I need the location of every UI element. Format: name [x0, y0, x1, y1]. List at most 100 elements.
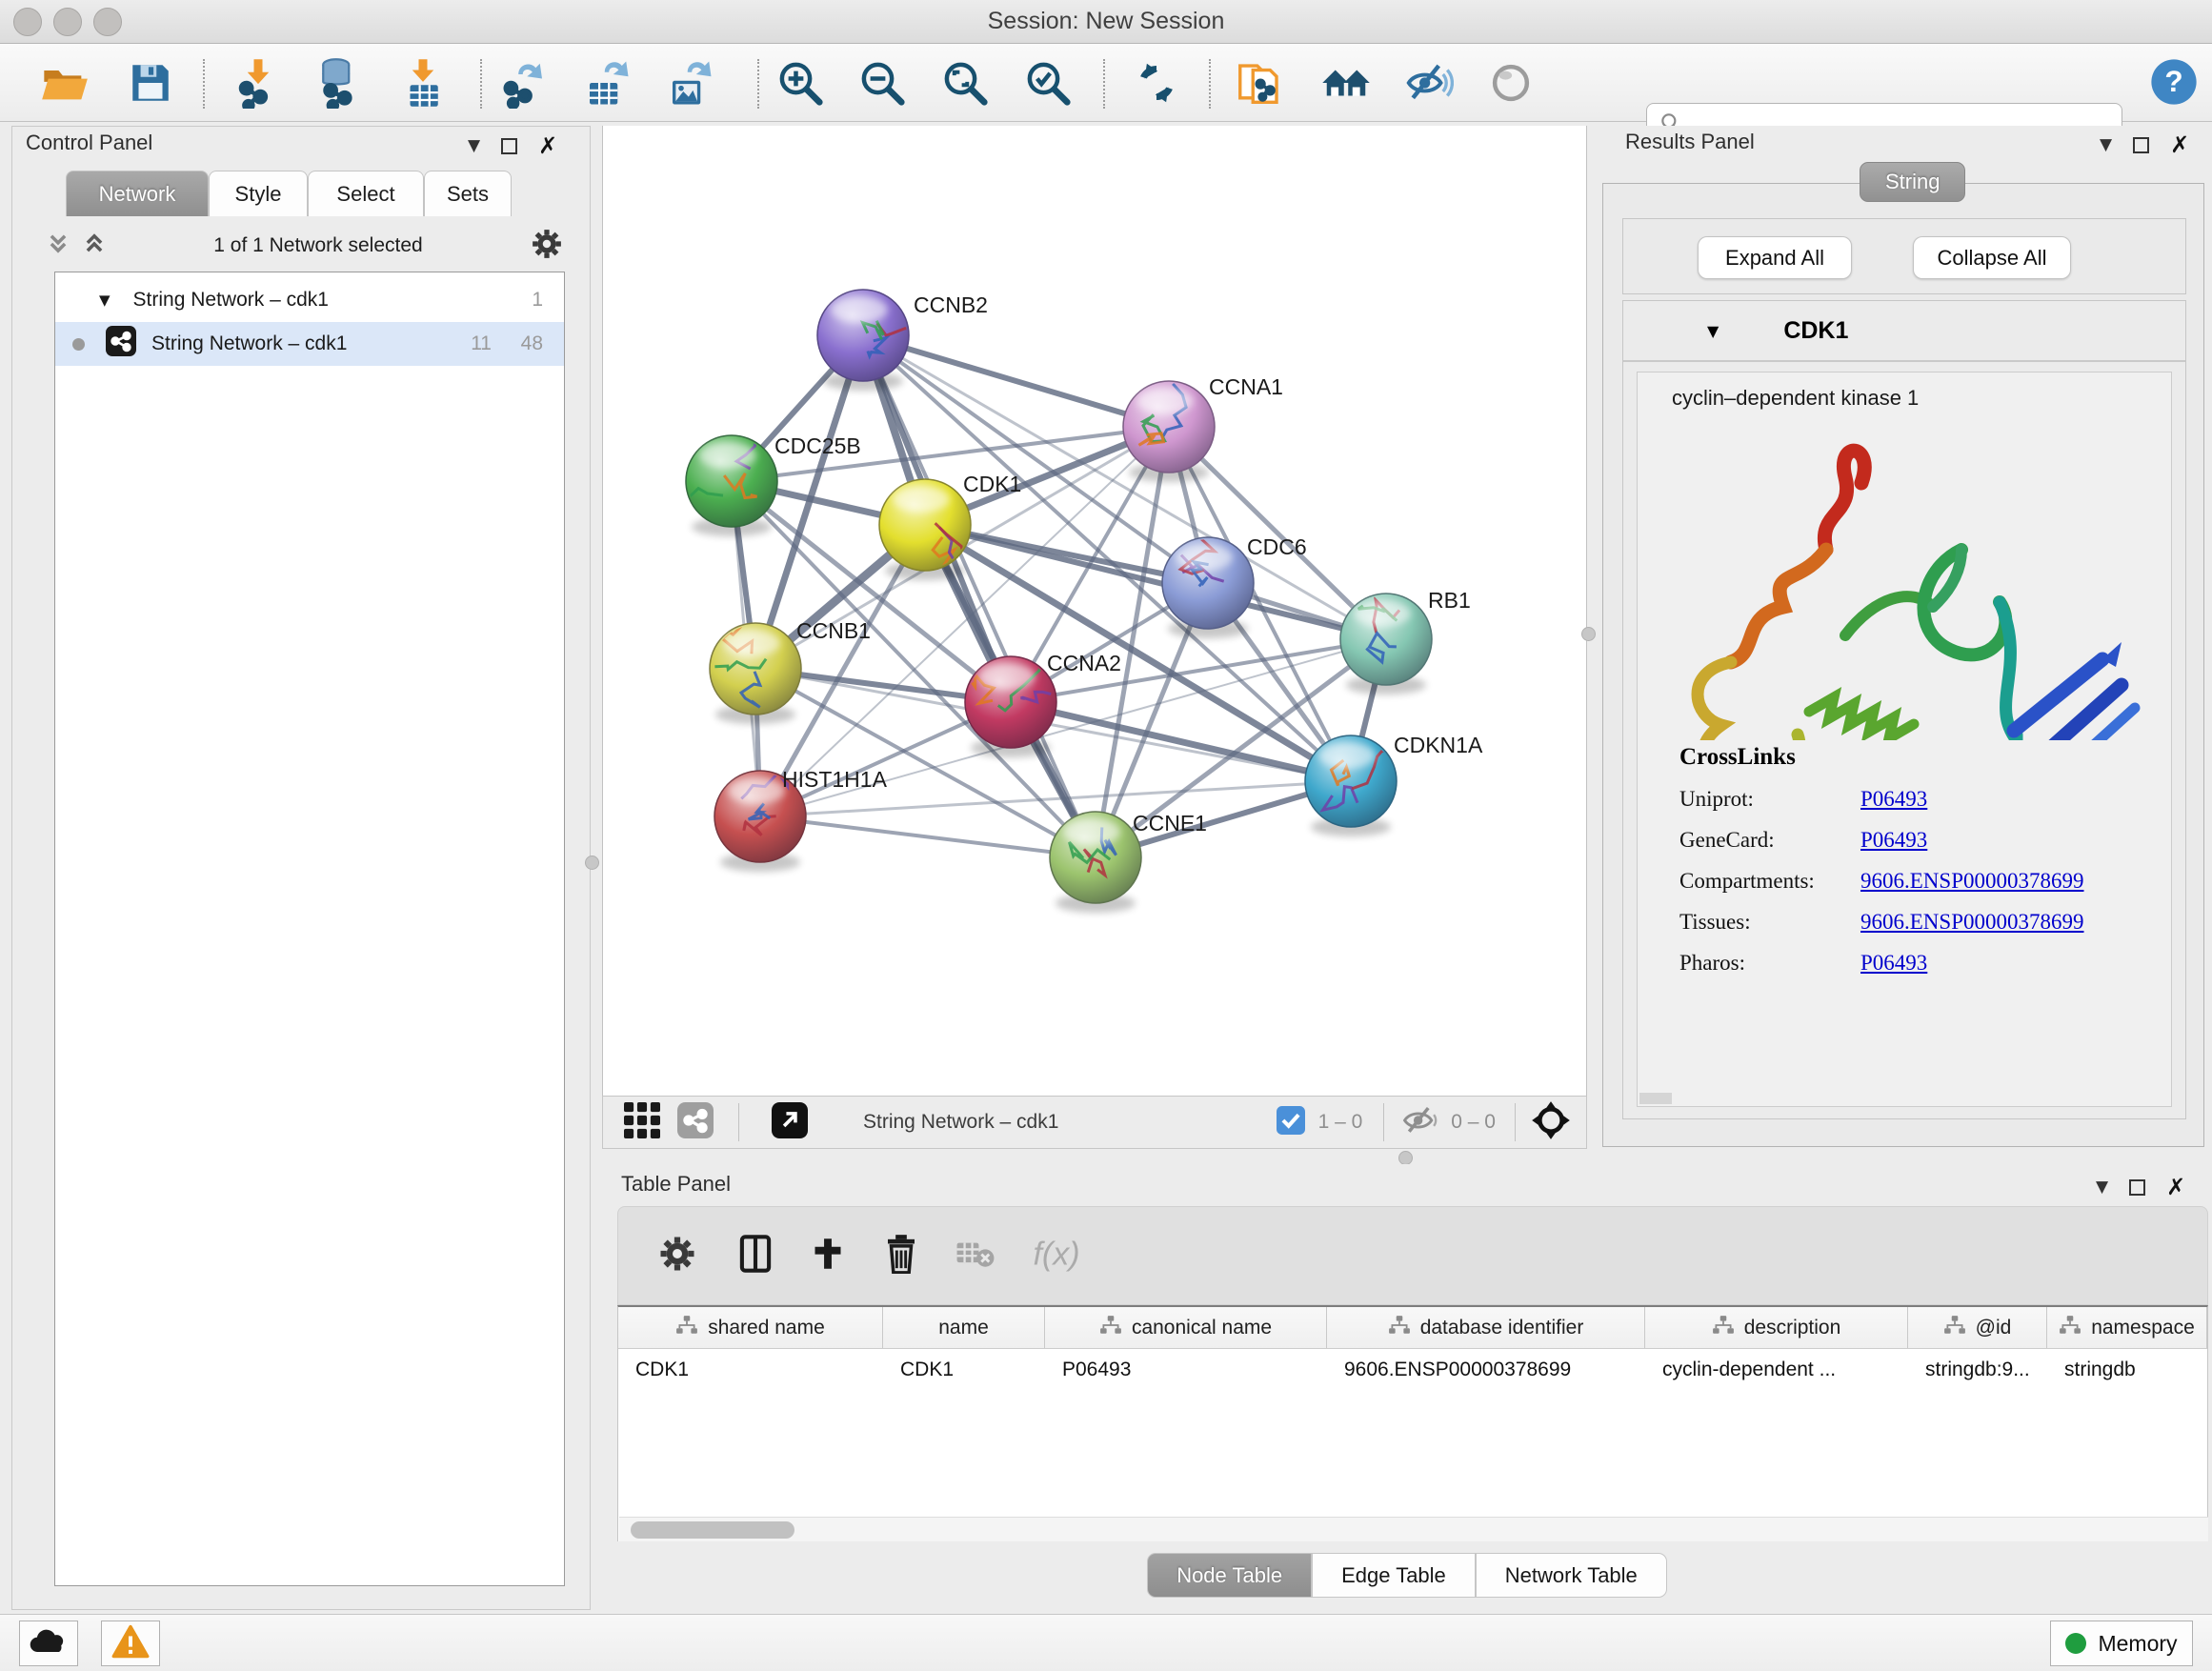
- tab-node-table[interactable]: Node Table: [1147, 1553, 1312, 1598]
- column-attribute-icon: [1943, 1315, 1966, 1341]
- show-columns-icon[interactable]: [738, 1235, 773, 1278]
- column-header-shared-name[interactable]: shared name: [618, 1307, 883, 1348]
- zoom-fit-content-button[interactable]: [936, 55, 994, 112]
- results-panel-menu-caret-icon[interactable]: ▼: [2100, 135, 2112, 154]
- import-network-from-file-button[interactable]: [230, 55, 287, 112]
- warnings-button[interactable]: [101, 1621, 160, 1666]
- node-label-CCNA2: CCNA2: [1047, 651, 1121, 675]
- import-network-from-database-button[interactable]: [310, 55, 367, 112]
- column-header--id[interactable]: @id: [1908, 1307, 2047, 1348]
- protein-collapse-caret-icon[interactable]: ▼: [1707, 322, 1719, 340]
- add-column-icon[interactable]: [811, 1235, 845, 1278]
- network-node-RB1[interactable]: [1340, 594, 1432, 695]
- selected-items-checkbox-icon[interactable]: [1277, 1106, 1305, 1139]
- column-header-namespace[interactable]: namespace: [2047, 1307, 2207, 1348]
- network-view-canvas[interactable]: CCNB2CCNA1CDC25BCDK1CDC6RB1CCNB1CCNA2CDK…: [602, 126, 1587, 1096]
- results-panel-float-icon[interactable]: [2133, 137, 2149, 153]
- network-row[interactable]: String Network – cdk1 11 48: [55, 322, 564, 366]
- table-panel-float-icon[interactable]: [2129, 1179, 2145, 1196]
- node-label-CDK1: CDK1: [963, 472, 1021, 496]
- import-table-from-file-button[interactable]: [394, 55, 452, 112]
- results-panel-close-icon[interactable]: ✗: [2170, 131, 2189, 158]
- table-scrollbar-thumb[interactable]: [631, 1521, 794, 1539]
- crosslink-link[interactable]: 9606.ENSP00000378699: [1860, 869, 2084, 894]
- tab-sets[interactable]: Sets: [424, 171, 512, 216]
- network-node-CCNB1[interactable]: [710, 623, 801, 724]
- export-image-button[interactable]: [661, 55, 718, 112]
- level-of-detail-button[interactable]: [1482, 55, 1539, 112]
- expand-all-networks-icon[interactable]: [83, 232, 106, 261]
- hide-graphics-details-button[interactable]: [1399, 55, 1457, 112]
- collapse-all-button[interactable]: Collapse All: [1913, 236, 2071, 279]
- tab-style[interactable]: Style: [209, 171, 308, 216]
- control-panel-float-icon[interactable]: [501, 138, 517, 154]
- refresh-view-button[interactable]: [1128, 55, 1185, 112]
- toolbar-separator: [480, 59, 482, 109]
- crosslink-row: Tissues:9606.ENSP00000378699: [1679, 910, 2084, 935]
- left-splitter-handle[interactable]: [585, 856, 599, 870]
- cloud-status-button[interactable]: [19, 1621, 78, 1666]
- node-table[interactable]: shared namenamecanonical namedatabase id…: [617, 1305, 2208, 1541]
- crosslink-link[interactable]: P06493: [1860, 787, 1927, 812]
- level-of-detail-icon: [1485, 57, 1537, 111]
- memory-button[interactable]: Memory: [2050, 1621, 2193, 1666]
- network-edge-CDK1-RB1[interactable]: [925, 525, 1386, 639]
- collection-expand-caret-icon[interactable]: ▼: [99, 292, 111, 309]
- network-collection-row[interactable]: ▼ String Network – cdk1 1: [55, 278, 564, 322]
- zoom-out-button[interactable]: [854, 55, 911, 112]
- tab-edge-table[interactable]: Edge Table: [1312, 1553, 1476, 1598]
- network-node-CCNE1[interactable]: [1050, 812, 1141, 913]
- network-node-CDC25B[interactable]: [683, 416, 777, 536]
- right-splitter-handle[interactable]: [1581, 627, 1596, 641]
- control-panel-menu-caret-icon[interactable]: ▼: [468, 136, 480, 155]
- help-button[interactable]: ?: [2145, 55, 2202, 112]
- collapse-all-networks-icon[interactable]: [47, 232, 70, 261]
- network-node-CDC6[interactable]: [1162, 537, 1254, 638]
- crosslink-link[interactable]: P06493: [1860, 828, 1927, 853]
- table-horizontal-scrollbar[interactable]: [619, 1517, 2208, 1541]
- column-header-canonical-name[interactable]: canonical name: [1045, 1307, 1327, 1348]
- table-options-gear-icon[interactable]: [658, 1235, 696, 1278]
- network-node-CCNA1[interactable]: [1123, 381, 1215, 482]
- table-panel-close-icon[interactable]: ✗: [2166, 1174, 2185, 1200]
- string-network-graph[interactable]: CCNB2CCNA1CDC25BCDK1CDC6RB1CCNB1CCNA2CDK…: [603, 126, 1586, 1094]
- network-edge-CCNE1-HIST1H1A[interactable]: [760, 816, 1096, 857]
- zoom-selected-button[interactable]: [1019, 55, 1076, 112]
- export-table-button[interactable]: [578, 55, 635, 112]
- zoom-in-button[interactable]: [772, 55, 829, 112]
- expand-all-button[interactable]: Expand All: [1698, 236, 1852, 279]
- node-label-CDC25B: CDC25B: [774, 433, 861, 458]
- detach-view-icon[interactable]: [772, 1102, 808, 1143]
- tab-string[interactable]: String: [1860, 162, 1965, 202]
- control-panel-close-icon[interactable]: ✗: [538, 132, 557, 159]
- save-session-button[interactable]: [122, 55, 179, 112]
- new-network-from-selection-button[interactable]: [1231, 55, 1288, 112]
- network-node-CCNA2[interactable]: [965, 656, 1056, 757]
- tab-network-table[interactable]: Network Table: [1476, 1553, 1667, 1598]
- column-header-name[interactable]: name: [883, 1307, 1045, 1348]
- export-network-button[interactable]: [496, 55, 553, 112]
- results-scrollbar-fragment[interactable]: [1639, 1093, 1672, 1104]
- network-edge-CCNB2-CCNE1[interactable]: [863, 335, 1096, 857]
- network-node-CCNB2[interactable]: [817, 290, 928, 391]
- tab-network[interactable]: Network: [66, 171, 209, 216]
- table-panel-menu-caret-icon[interactable]: ▼: [2096, 1178, 2108, 1197]
- open-session-button[interactable]: [36, 55, 93, 112]
- delete-column-icon[interactable]: [885, 1234, 917, 1278]
- crosslink-link[interactable]: P06493: [1860, 951, 1927, 976]
- crosslink-link[interactable]: 9606.ENSP00000378699: [1860, 910, 2084, 935]
- table-row[interactable]: CDK1CDK1P064939606.ENSP00000378699cyclin…: [618, 1349, 2207, 1391]
- grid-view-icon[interactable]: [624, 1102, 660, 1143]
- tab-select[interactable]: Select: [308, 171, 424, 216]
- collection-label: String Network – cdk1: [133, 289, 329, 312]
- network-edge-CCNB2-CCNA1[interactable]: [863, 335, 1169, 427]
- network-options-gear-icon[interactable]: [531, 228, 563, 265]
- birds-eye-view-icon[interactable]: [1531, 1100, 1571, 1145]
- protein-header-row[interactable]: ▼ CDK1: [1623, 301, 2185, 362]
- horizontal-splitter-handle[interactable]: [1398, 1151, 1413, 1165]
- welcome-screen-button[interactable]: [1317, 55, 1375, 112]
- column-header-database-identifier[interactable]: database identifier: [1327, 1307, 1645, 1348]
- network-view-share-icon[interactable]: [677, 1102, 714, 1143]
- column-header-description[interactable]: description: [1645, 1307, 1908, 1348]
- network-node-CDKN1A[interactable]: [1305, 735, 1402, 836]
